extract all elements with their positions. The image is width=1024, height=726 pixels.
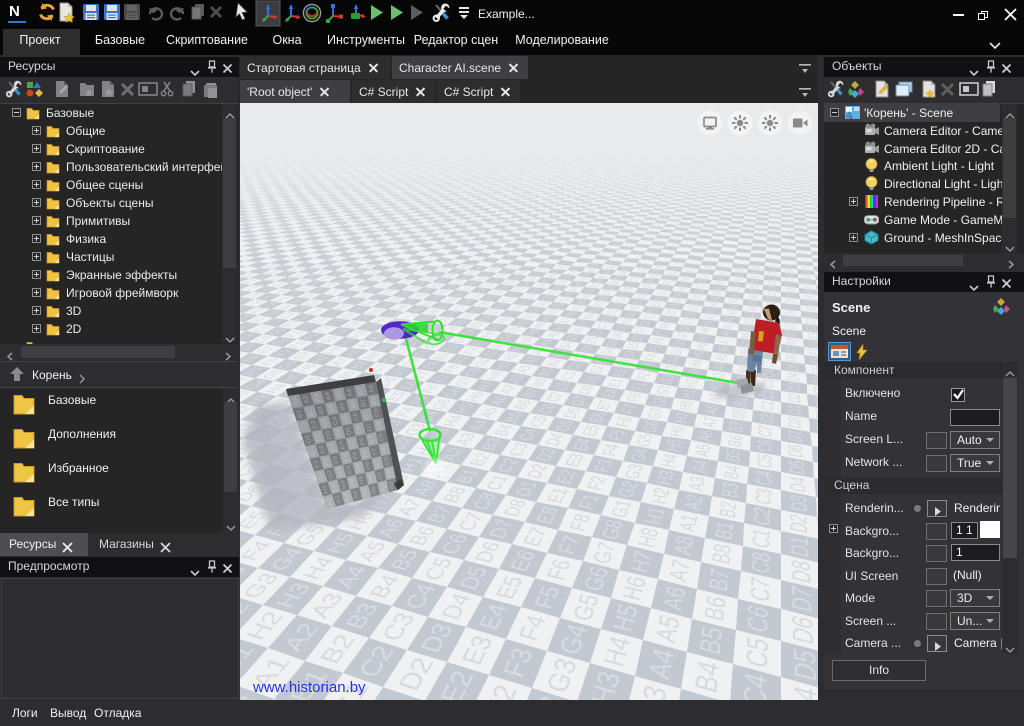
svg-text:www.historian.by: www.historian.by [252,679,366,696]
